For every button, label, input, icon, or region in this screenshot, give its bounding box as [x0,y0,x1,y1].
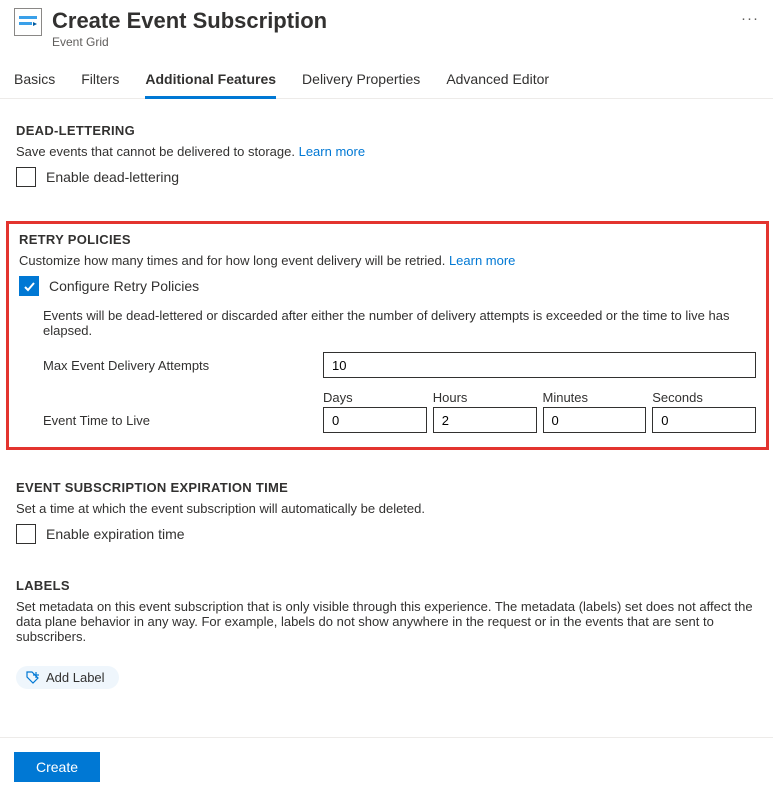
section-heading: EVENT SUBSCRIPTION EXPIRATION TIME [16,480,759,495]
enable-dead-lettering-checkbox[interactable] [16,167,36,187]
enable-expiration-checkbox[interactable] [16,524,36,544]
checkbox-label: Enable dead-lettering [46,169,179,185]
section-heading: DEAD-LETTERING [16,123,759,138]
tab-basics[interactable]: Basics [14,65,55,99]
page-subtitle: Event Grid [52,35,731,49]
tab-advanced-editor[interactable]: Advanced Editor [446,65,549,99]
section-description: Set metadata on this event subscription … [16,599,759,644]
event-grid-icon [14,8,42,36]
section-retry-policies: RETRY POLICIES Customize how many times … [6,221,769,450]
section-labels: LABELS Set metadata on this event subscr… [16,578,759,689]
page-title: Create Event Subscription [52,8,731,34]
section-heading: LABELS [16,578,759,593]
ttl-minutes-input[interactable] [543,407,647,433]
checkbox-label: Enable expiration time [46,526,185,542]
add-label-text: Add Label [46,670,105,685]
ttl-minutes-header: Minutes [543,390,647,405]
section-description: Save events that cannot be delivered to … [16,144,759,159]
max-attempts-input[interactable] [323,352,756,378]
page-header: Create Event Subscription Event Grid ··· [0,0,773,49]
section-description: Customize how many times and for how lon… [19,253,756,268]
configure-retry-policies-checkbox[interactable] [19,276,39,296]
learn-more-link[interactable]: Learn more [449,253,515,268]
ttl-label: Event Time to Live [43,413,323,433]
create-button[interactable]: Create [14,752,100,782]
section-expiration: EVENT SUBSCRIPTION EXPIRATION TIME Set a… [16,480,759,544]
tag-plus-icon [26,671,40,685]
tab-bar: Basics Filters Additional Features Deliv… [0,49,773,99]
ttl-hours-input[interactable] [433,407,537,433]
add-label-button[interactable]: Add Label [16,666,119,689]
max-attempts-label: Max Event Delivery Attempts [43,358,323,373]
section-heading: RETRY POLICIES [19,232,756,247]
checkbox-label: Configure Retry Policies [49,278,199,294]
tab-additional-features[interactable]: Additional Features [145,65,276,99]
ttl-seconds-input[interactable] [652,407,756,433]
ttl-seconds-header: Seconds [652,390,756,405]
section-dead-lettering: DEAD-LETTERING Save events that cannot b… [16,123,759,187]
learn-more-link[interactable]: Learn more [299,144,365,159]
section-description: Set a time at which the event subscripti… [16,501,759,516]
footer: Create [0,737,773,796]
ttl-hours-header: Hours [433,390,537,405]
tab-delivery-properties[interactable]: Delivery Properties [302,65,420,99]
ttl-days-header: Days [323,390,427,405]
more-actions-button[interactable]: ··· [731,8,759,30]
ttl-days-input[interactable] [323,407,427,433]
tab-filters[interactable]: Filters [81,65,119,99]
retry-note: Events will be dead-lettered or discarde… [43,308,756,338]
